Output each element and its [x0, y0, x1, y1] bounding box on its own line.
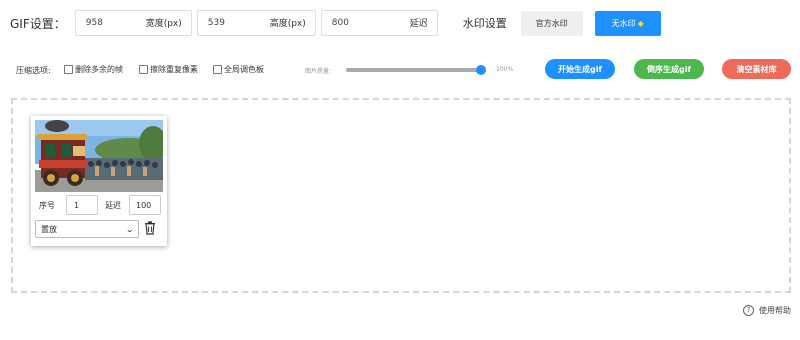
frame-mode-select[interactable]: 置放 ⌄: [35, 220, 139, 238]
frame-card: 序号 延迟 置放 ⌄: [31, 116, 167, 246]
checkbox-box[interactable]: [213, 65, 222, 74]
global-palette-checkbox[interactable]: 全局调色板: [213, 64, 264, 75]
checkbox-box[interactable]: [64, 65, 73, 74]
gif-settings-label: GIF设置：: [10, 16, 66, 31]
question-circle-icon: ?: [743, 304, 754, 316]
width-field[interactable]: 宽度(px): [74, 10, 192, 36]
sequence-label: 序号: [39, 201, 55, 210]
erase-duplicate-pixels-checkbox[interactable]: 擦除重复像素: [139, 64, 198, 75]
frames-dropzone[interactable]: 序号 延迟 置放 ⌄: [11, 98, 791, 293]
frame-mode-value: 置放: [41, 224, 57, 234]
checkbox-label: 删除多余的帧: [75, 65, 123, 74]
help-label: 使用帮助: [759, 305, 791, 315]
delay-input[interactable]: [321, 11, 437, 35]
quality-slider-thumb[interactable]: [476, 65, 486, 75]
no-watermark-label: 无水印: [611, 18, 636, 28]
frame-settings-row: 序号 延迟: [39, 195, 161, 215]
quality-label: 图片质量:: [305, 68, 332, 75]
gif-settings-bar: GIF设置： 宽度(px) 高度(px) 延迟 水印设置 官方水印 无水印 ◆: [10, 10, 661, 36]
checkbox-label: 擦除重复像素: [150, 65, 198, 74]
watermark-label: 水印设置: [462, 17, 507, 30]
delay-field[interactable]: 延迟: [320, 10, 438, 36]
no-watermark-button[interactable]: 无水印 ◆: [594, 10, 661, 36]
width-input[interactable]: [75, 11, 191, 35]
checkbox-label: 全局调色板: [224, 65, 264, 74]
trash-icon[interactable]: [144, 221, 156, 235]
compression-label: 压缩选项:: [16, 66, 51, 75]
frame-thumbnail: [35, 120, 163, 192]
height-input[interactable]: [197, 11, 315, 35]
diamond-icon: ◆: [637, 18, 644, 28]
compression-bar: 压缩选项: 删除多余的帧 擦除重复像素 全局调色板 图片质量: 100% 开始生…: [16, 59, 796, 79]
chevron-down-icon: ⌄: [125, 224, 135, 234]
reverse-generate-button[interactable]: 倒序生成gif: [634, 59, 704, 79]
help-link[interactable]: ? 使用帮助: [743, 303, 791, 317]
clear-library-button[interactable]: 清空素材库: [722, 59, 791, 79]
frame-delay-label: 延迟: [105, 201, 121, 210]
start-generate-button[interactable]: 开始生成gif: [545, 59, 615, 79]
checkbox-box[interactable]: [139, 65, 148, 74]
frame-delay-input[interactable]: [129, 195, 161, 215]
sequence-input[interactable]: [66, 195, 98, 215]
official-watermark-button[interactable]: 官方水印: [520, 10, 583, 36]
height-field[interactable]: 高度(px): [196, 10, 316, 36]
remove-redundant-frames-checkbox[interactable]: 删除多余的帧: [64, 64, 123, 75]
quality-value: 100%: [496, 66, 514, 73]
quality-slider-track[interactable]: [346, 68, 482, 72]
